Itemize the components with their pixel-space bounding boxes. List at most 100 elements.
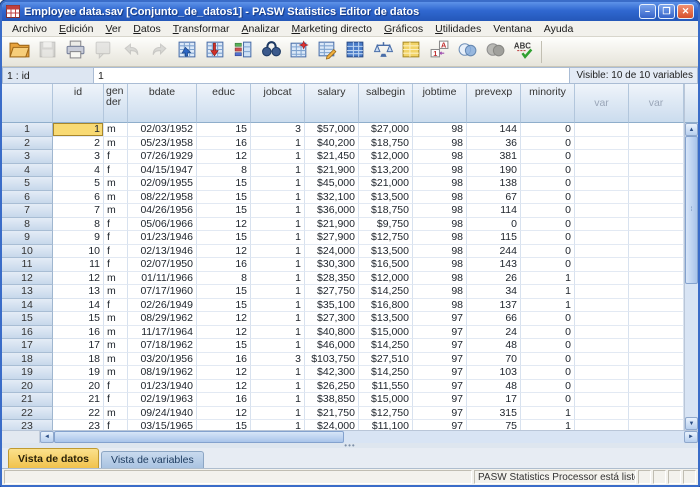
grid-cell[interactable]: 315 [467, 407, 521, 421]
grid-cell[interactable]: $24,000 [305, 420, 359, 430]
column-header-jobcat[interactable]: jobcat [251, 84, 305, 123]
grid-cell-empty[interactable] [575, 272, 629, 286]
grid-cell[interactable]: 48 [467, 339, 521, 353]
grid-cell-empty[interactable] [629, 177, 684, 191]
grid-cell[interactable]: 0 [521, 380, 575, 394]
grid-cell[interactable]: $45,000 [305, 177, 359, 191]
grid-cell[interactable]: 1 [251, 245, 305, 259]
menu-item-ver[interactable]: Ver [99, 22, 127, 36]
grid-cell[interactable]: 0 [521, 258, 575, 272]
grid-cell[interactable]: 98 [413, 150, 467, 164]
grid-cell[interactable]: $11,550 [359, 380, 413, 394]
grid-cell[interactable]: m [104, 272, 128, 286]
grid-cell[interactable]: 75 [467, 420, 521, 430]
grid-cell[interactable]: $32,100 [305, 191, 359, 205]
row-header[interactable]: 21 [2, 393, 53, 407]
grid-cell[interactable]: 01/23/1946 [128, 231, 197, 245]
vertical-scroll-thumb[interactable]: ⁞ [685, 136, 698, 284]
menu-item-marketing-directo[interactable]: Marketing directo [285, 22, 378, 36]
grid-cell[interactable]: 98 [413, 218, 467, 232]
corner-header[interactable] [2, 84, 53, 123]
grid-cell[interactable]: 0 [521, 339, 575, 353]
menu-item-analizar[interactable]: Analizar [236, 22, 286, 36]
grid-cell[interactable]: 1 [251, 231, 305, 245]
grid-cell-empty[interactable] [629, 150, 684, 164]
grid-cell[interactable]: 04/15/1947 [128, 164, 197, 178]
grid-cell[interactable]: 21 [53, 393, 104, 407]
grid-cell-empty[interactable] [575, 204, 629, 218]
grid-cell[interactable]: 98 [413, 231, 467, 245]
grid-cell[interactable]: 3 [251, 123, 305, 137]
grid-cell[interactable]: $15,000 [359, 326, 413, 340]
minimize-button[interactable]: – [639, 4, 656, 19]
grid-cell[interactable]: f [104, 245, 128, 259]
grid-cell[interactable]: $12,750 [359, 407, 413, 421]
grid-cell[interactable]: m [104, 366, 128, 380]
grid-cell[interactable]: 0 [521, 204, 575, 218]
grid-cell[interactable]: 1 [521, 299, 575, 313]
grid-cell[interactable]: 97 [413, 339, 467, 353]
column-header-id[interactable]: id [53, 84, 104, 123]
row-header[interactable]: 17 [2, 339, 53, 353]
grid-cell[interactable]: f [104, 258, 128, 272]
grid-cell[interactable]: $24,000 [305, 245, 359, 259]
scroll-up-arrow-icon[interactable]: ▲ [685, 123, 698, 136]
horizontal-scroll-thumb[interactable] [54, 431, 344, 443]
grid-cell-empty[interactable] [575, 231, 629, 245]
row-header[interactable]: 13 [2, 285, 53, 299]
grid-cell[interactable]: $30,300 [305, 258, 359, 272]
variables-button[interactable] [230, 39, 256, 65]
grid-cell[interactable]: 0 [521, 245, 575, 259]
grid-cell[interactable]: 08/29/1962 [128, 312, 197, 326]
grid-cell[interactable]: 1 [251, 326, 305, 340]
grid-cell[interactable]: 98 [413, 177, 467, 191]
spell-check-button[interactable]: ABC [510, 39, 536, 65]
grid-cell[interactable]: 1 [251, 299, 305, 313]
row-header[interactable]: 8 [2, 218, 53, 232]
grid-cell[interactable]: 02/09/1955 [128, 177, 197, 191]
grid-cell[interactable]: 98 [413, 285, 467, 299]
row-header[interactable]: 22 [2, 407, 53, 421]
grid-cell[interactable]: 18 [53, 353, 104, 367]
grid-cell[interactable]: $21,000 [359, 177, 413, 191]
grid-cell-empty[interactable] [629, 123, 684, 137]
grid-cell[interactable]: 1 [251, 150, 305, 164]
goto-case-button[interactable] [174, 39, 200, 65]
grid-cell-empty[interactable] [575, 407, 629, 421]
grid-cell[interactable]: 115 [467, 231, 521, 245]
grid-cell[interactable]: 02/26/1949 [128, 299, 197, 313]
row-header[interactable]: 20 [2, 380, 53, 394]
grid-cell[interactable]: 02/19/1963 [128, 393, 197, 407]
grid-cell[interactable]: 98 [413, 299, 467, 313]
grid-cell[interactable]: 08/22/1958 [128, 191, 197, 205]
grid-cell[interactable]: 12 [197, 366, 251, 380]
grid-cell[interactable]: $13,200 [359, 164, 413, 178]
grid-cell[interactable]: 1 [521, 285, 575, 299]
grid-cell[interactable]: 05/23/1958 [128, 137, 197, 151]
grid-cell[interactable]: f [104, 420, 128, 430]
grid-cell[interactable]: 97 [413, 393, 467, 407]
grid-cell[interactable]: 97 [413, 407, 467, 421]
grid-cell[interactable]: $38,850 [305, 393, 359, 407]
scroll-down-arrow-icon[interactable]: ▼ [685, 417, 698, 430]
grid-cell[interactable]: 12 [197, 407, 251, 421]
grid-cell[interactable]: 23 [53, 420, 104, 430]
grid-cell-empty[interactable] [575, 339, 629, 353]
grid-cell[interactable]: m [104, 353, 128, 367]
grid-cell[interactable]: 3 [53, 150, 104, 164]
row-header[interactable]: 5 [2, 177, 53, 191]
grid-cell[interactable]: 07/26/1929 [128, 150, 197, 164]
column-header-salary[interactable]: salary [305, 84, 359, 123]
grid-cell[interactable]: 03/20/1956 [128, 353, 197, 367]
grid-cell[interactable]: 12 [197, 218, 251, 232]
grid-cell-empty[interactable] [575, 299, 629, 313]
grid-cell[interactable]: 1 [251, 380, 305, 394]
grid-cell[interactable]: $12,000 [359, 150, 413, 164]
print-button[interactable] [62, 39, 88, 65]
grid-cell[interactable]: 20 [53, 380, 104, 394]
grid-cell[interactable]: 0 [521, 353, 575, 367]
grid-cell[interactable]: $46,000 [305, 339, 359, 353]
weight-cases-button[interactable] [370, 39, 396, 65]
grid-cell[interactable]: 97 [413, 420, 467, 430]
grid-cell-empty[interactable] [629, 231, 684, 245]
